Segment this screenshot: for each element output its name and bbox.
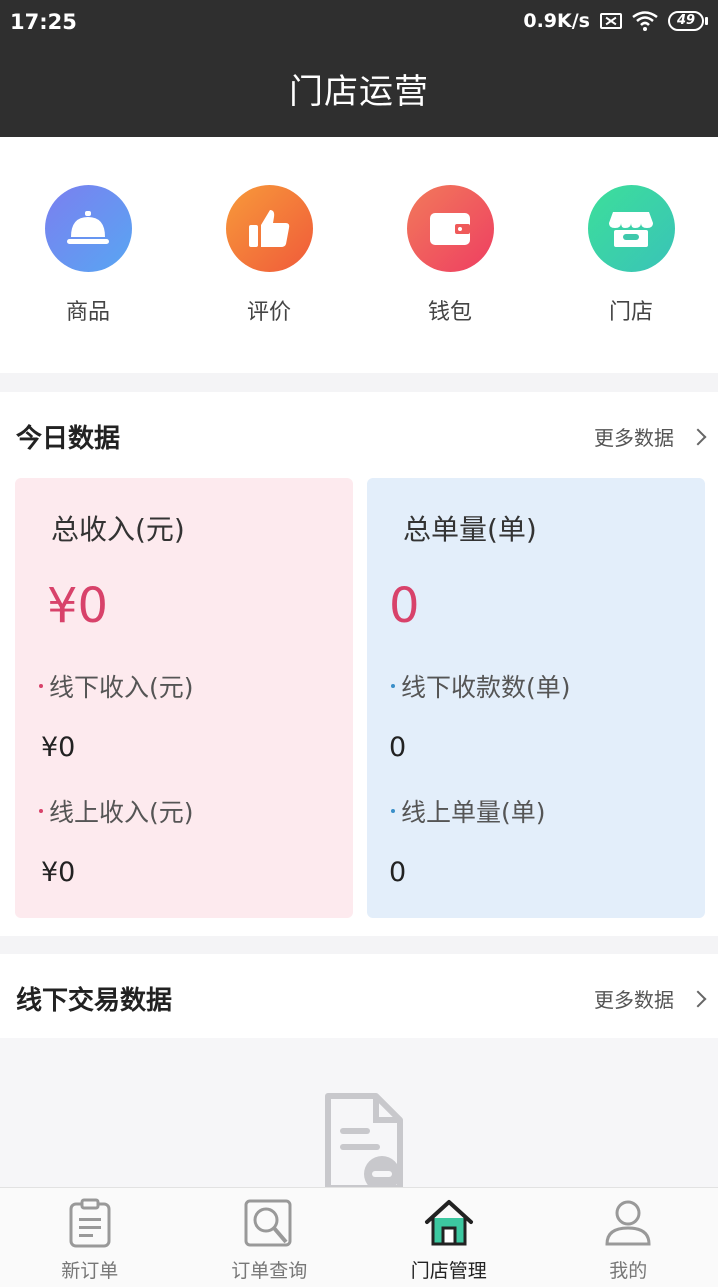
clipboard-icon [69, 1198, 111, 1248]
quick-action-store[interactable]: 门店 [561, 185, 701, 326]
total-income-value: ¥0 [47, 578, 109, 634]
chevron-right-icon [689, 428, 707, 445]
wallet-icon [406, 185, 494, 272]
total-orders-value: 0 [389, 578, 420, 634]
home-icon [424, 1200, 473, 1246]
offline-trade-section: 线下交易数据 更多数据 [0, 954, 718, 1038]
chevron-right-icon [689, 990, 707, 1007]
sub-label: 线下收款数(单) [401, 673, 571, 702]
status-bar: 17:25 0.9K/s 49 [0, 0, 718, 48]
quick-action-goods[interactable]: 商品 [18, 185, 158, 326]
food-cover-icon [44, 185, 132, 272]
offline-income-label: 线下收入(元) [39, 668, 194, 704]
battery-level: 49 [668, 11, 704, 31]
tab-label: 门店管理 [410, 1260, 487, 1282]
search-doc-icon [244, 1199, 292, 1247]
section-title: 今日数据 [16, 424, 121, 454]
income-card[interactable]: 总收入(元) ¥0 线下收入(元) ¥0 线上收入(元) ¥0 [15, 478, 353, 918]
orders-card[interactable]: 总单量(单) 0 线下收款数(单) 0 线上单量(单) 0 [367, 478, 705, 918]
quick-action-reviews[interactable]: 评价 [199, 185, 339, 326]
section-header: 线下交易数据 更多数据 [0, 954, 718, 1040]
tab-label: 订单查询 [231, 1260, 308, 1282]
more-data-link[interactable]: 更多数据 [594, 984, 707, 1013]
sub-label: 线上收入(元) [49, 798, 194, 827]
offline-income-value: ¥0 [41, 732, 76, 763]
online-orders-label: 线上单量(单) [391, 793, 546, 829]
status-time: 17:25 [10, 10, 77, 34]
no-sim-icon [600, 13, 622, 29]
status-right: 0.9K/s 49 [523, 10, 708, 32]
thumbs-up-icon [225, 185, 313, 272]
section-title: 线下交易数据 [16, 986, 173, 1016]
empty-state [0, 1038, 718, 1192]
bottom-tab-bar: 新订单 订单查询 门店管理 我的 [0, 1187, 718, 1287]
app-header: 门店运营 [0, 48, 718, 137]
tab-label: 我的 [609, 1260, 648, 1282]
section-header: 今日数据 更多数据 [0, 392, 718, 478]
quick-action-label: 门店 [608, 300, 653, 325]
tab-store-management[interactable]: 门店管理 [359, 1188, 539, 1287]
battery-icon: 49 [668, 11, 708, 31]
quick-actions: 商品 评价 钱包 门店 [0, 137, 718, 373]
tab-order-search[interactable]: 订单查询 [180, 1188, 360, 1287]
online-orders-value: 0 [389, 857, 407, 888]
sub-label: 线下收入(元) [49, 673, 194, 702]
offline-payments-label: 线下收款数(单) [391, 668, 571, 704]
tab-label: 新订单 [61, 1260, 119, 1282]
page-title: 门店运营 [289, 72, 429, 112]
card-title: 总单量(单) [403, 513, 537, 546]
card-title: 总收入(元) [51, 513, 185, 546]
quick-action-label: 钱包 [427, 300, 472, 325]
sub-label: 线上单量(单) [401, 798, 546, 827]
store-icon [587, 185, 675, 272]
tab-new-orders[interactable]: 新订单 [0, 1188, 180, 1287]
today-data-section: 今日数据 更多数据 总收入(元) ¥0 线下收入(元) ¥0 线上收入(元) ¥… [0, 392, 718, 936]
offline-payments-value: 0 [389, 732, 407, 763]
wifi-icon [632, 11, 658, 31]
user-icon [605, 1200, 651, 1246]
tab-me[interactable]: 我的 [539, 1188, 718, 1287]
quick-action-label: 评价 [246, 300, 291, 325]
online-income-label: 线上收入(元) [39, 793, 194, 829]
empty-document-icon [325, 1093, 403, 1192]
more-data-link[interactable]: 更多数据 [594, 422, 707, 451]
quick-action-wallet[interactable]: 钱包 [380, 185, 520, 326]
network-speed: 0.9K/s [523, 10, 590, 32]
online-income-value: ¥0 [41, 857, 76, 888]
quick-action-label: 商品 [65, 300, 110, 325]
more-data-label: 更多数据 [594, 426, 674, 450]
more-data-label: 更多数据 [594, 988, 674, 1012]
